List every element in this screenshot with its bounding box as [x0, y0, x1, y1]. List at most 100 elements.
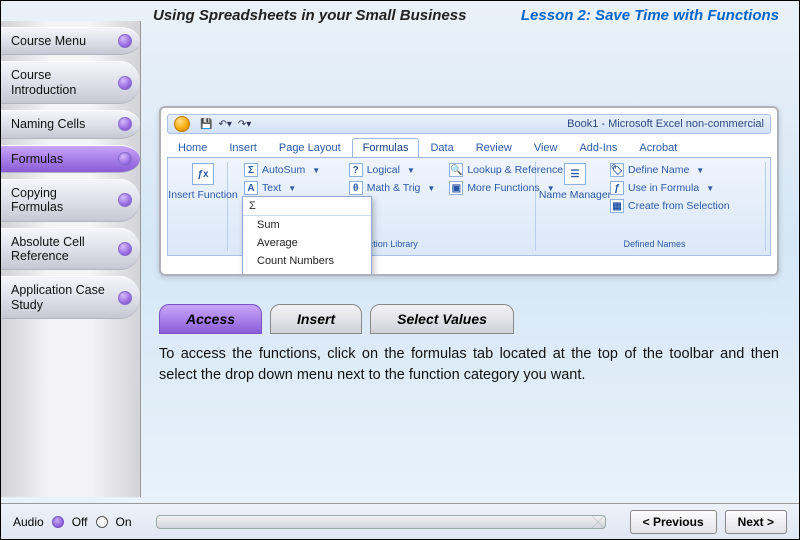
sidebar-item-label: Naming Cells	[11, 117, 85, 131]
ribbon-tab-insert[interactable]: Insert	[218, 138, 268, 157]
office-button-icon	[174, 116, 190, 132]
chevron-down-icon[interactable]: ▼	[407, 166, 415, 175]
ribbon-tab-home[interactable]: Home	[167, 138, 218, 157]
progress-bullet-icon	[118, 117, 132, 131]
chevron-down-icon[interactable]: ▼	[312, 166, 320, 175]
excel-titlebar: 💾 ↶▾ ↷▾ Book1 - Microsoft Excel non-comm…	[167, 114, 771, 134]
ribbon-group-insert-function: ƒx Insert Function	[172, 162, 228, 251]
ribbon-tab-formulas[interactable]: Formulas	[352, 138, 420, 157]
undo-icon: ↶▾	[218, 119, 231, 130]
logical-button[interactable]: ? Logical ▼	[347, 162, 438, 178]
button-label: Name Manager	[539, 189, 611, 201]
progress-bullet-icon	[118, 242, 132, 256]
audio-off-radio[interactable]	[52, 516, 64, 528]
text-button[interactable]: A Text ▼	[242, 180, 337, 196]
excel-ribbon-screenshot: 💾 ↶▾ ↷▾ Book1 - Microsoft Excel non-comm…	[159, 106, 779, 276]
progress-bullet-icon	[118, 193, 132, 207]
formula-icon: ƒ	[610, 181, 624, 195]
ribbon-tab-data[interactable]: Data	[419, 138, 464, 157]
footer: Audio Off On < Previous Next >	[1, 503, 799, 539]
sidebar-item-application-case-study[interactable]: Application Case Study	[1, 276, 140, 319]
header: Using Spreadsheets in your Small Busines…	[153, 7, 779, 24]
dropdown-item-count-numbers[interactable]: Count Numbers	[243, 252, 371, 270]
save-icon: 💾	[200, 119, 212, 130]
name-manager-button[interactable]: ☰ Name Manager	[550, 162, 600, 214]
more-icon: ▣	[449, 181, 463, 195]
progress-bullet-icon	[118, 291, 132, 305]
content-tabs: Access Insert Select Values	[159, 304, 779, 334]
quick-access-toolbar: 💾 ↶▾ ↷▾	[200, 119, 251, 130]
dropdown-header: Σ	[243, 197, 371, 216]
chevron-down-icon[interactable]: ▼	[706, 184, 714, 193]
use-in-formula-button[interactable]: ƒ Use in Formula ▼	[608, 180, 732, 196]
ribbon-tab-review[interactable]: Review	[465, 138, 523, 157]
button-label: Logical	[367, 164, 400, 176]
content-area: 💾 ↶▾ ↷▾ Book1 - Microsoft Excel non-comm…	[159, 106, 779, 489]
content-tab-insert[interactable]: Insert	[270, 304, 362, 334]
lesson-body-text: To access the functions, click on the fo…	[159, 344, 779, 386]
text-icon: A	[244, 181, 258, 195]
excel-ribbon: ƒx Insert Function Σ AutoSum ▼ A Text ▼	[167, 158, 771, 256]
progress-bullet-icon	[118, 34, 132, 48]
sidebar-item-label: Course Menu	[11, 34, 86, 48]
name-manager-icon: ☰	[564, 163, 586, 185]
theta-icon: θ	[349, 181, 363, 195]
math-button[interactable]: θ Math & Trig ▼	[347, 180, 438, 196]
sidebar: Course Menu Course Introduction Naming C…	[1, 21, 141, 497]
sigma-icon: Σ	[244, 163, 258, 177]
content-tab-access[interactable]: Access	[159, 304, 262, 334]
ribbon-tab-page-layout[interactable]: Page Layout	[268, 138, 352, 157]
chevron-down-icon[interactable]: ▼	[427, 184, 435, 193]
define-name-button[interactable]: 🏷 Define Name ▼	[608, 162, 732, 178]
ribbon-tab-acrobat[interactable]: Acrobat	[628, 138, 688, 157]
sidebar-item-label: Formulas	[11, 152, 63, 166]
sidebar-item-naming-cells[interactable]: Naming Cells	[1, 110, 140, 138]
button-label: Use in Formula	[628, 182, 699, 194]
redo-icon: ↷▾	[238, 119, 251, 130]
dropdown-item-average[interactable]: Average	[243, 234, 371, 252]
excel-window-title: Book1 - Microsoft Excel non-commercial	[567, 118, 764, 130]
create-from-selection-button[interactable]: ▦ Create from Selection	[608, 198, 732, 214]
audio-label: Audio	[13, 515, 44, 529]
ribbon-tab-addins[interactable]: Add-Ins	[568, 138, 628, 157]
audio-off-label: Off	[72, 515, 88, 529]
insert-function-button[interactable]: ƒx Insert Function	[178, 162, 228, 202]
button-label: Define Name	[628, 164, 689, 176]
button-label: Insert Function	[168, 189, 237, 201]
progress-bullet-icon	[118, 152, 132, 166]
logical-icon: ?	[349, 163, 363, 177]
sidebar-item-course-menu[interactable]: Course Menu	[1, 27, 140, 55]
ribbon-group-defined-names: ☰ Name Manager 🏷 Define Name ▼ ƒ Use in F…	[544, 162, 766, 251]
sidebar-item-copying-formulas[interactable]: Copying Formulas	[1, 179, 140, 222]
group-label: Defined Names	[544, 239, 765, 249]
sidebar-item-absolute-cell-reference[interactable]: Absolute Cell Reference	[1, 228, 140, 271]
button-label: AutoSum	[262, 164, 305, 176]
sidebar-item-label: Application Case Study	[11, 283, 105, 311]
course-title: Using Spreadsheets in your Small Busines…	[153, 7, 466, 24]
previous-button[interactable]: < Previous	[630, 510, 717, 534]
sidebar-item-label: Course Introduction	[11, 68, 76, 96]
chevron-down-icon[interactable]: ▼	[288, 184, 296, 193]
autosum-button[interactable]: Σ AutoSum ▼	[242, 162, 337, 178]
excel-ribbon-tabs: Home Insert Page Layout Formulas Data Re…	[167, 138, 771, 158]
selection-icon: ▦	[610, 199, 624, 213]
button-label: Math & Trig	[367, 182, 421, 194]
ribbon-tab-view[interactable]: View	[523, 138, 569, 157]
lookup-icon: 🔍	[449, 163, 463, 177]
tag-icon: 🏷	[610, 163, 624, 177]
button-label: More Functions	[467, 182, 539, 194]
next-button[interactable]: Next >	[725, 510, 787, 534]
chevron-down-icon[interactable]: ▼	[696, 166, 704, 175]
sidebar-item-course-introduction[interactable]: Course Introduction	[1, 61, 140, 104]
sidebar-item-formulas[interactable]: Formulas	[1, 145, 140, 173]
button-label: Create from Selection	[628, 200, 730, 212]
audio-on-label: On	[116, 515, 132, 529]
fx-icon: ƒx	[192, 163, 214, 185]
dropdown-item-sum[interactable]: Sum	[243, 216, 371, 234]
dropdown-item-max[interactable]: Max	[243, 270, 371, 276]
content-tab-select-values[interactable]: Select Values	[370, 304, 514, 334]
autosum-dropdown: Σ Sum Average Count Numbers Max Min	[242, 196, 372, 276]
audio-on-radio[interactable]	[96, 516, 108, 528]
progress-bar[interactable]	[156, 515, 606, 529]
button-label: Text	[262, 182, 281, 194]
